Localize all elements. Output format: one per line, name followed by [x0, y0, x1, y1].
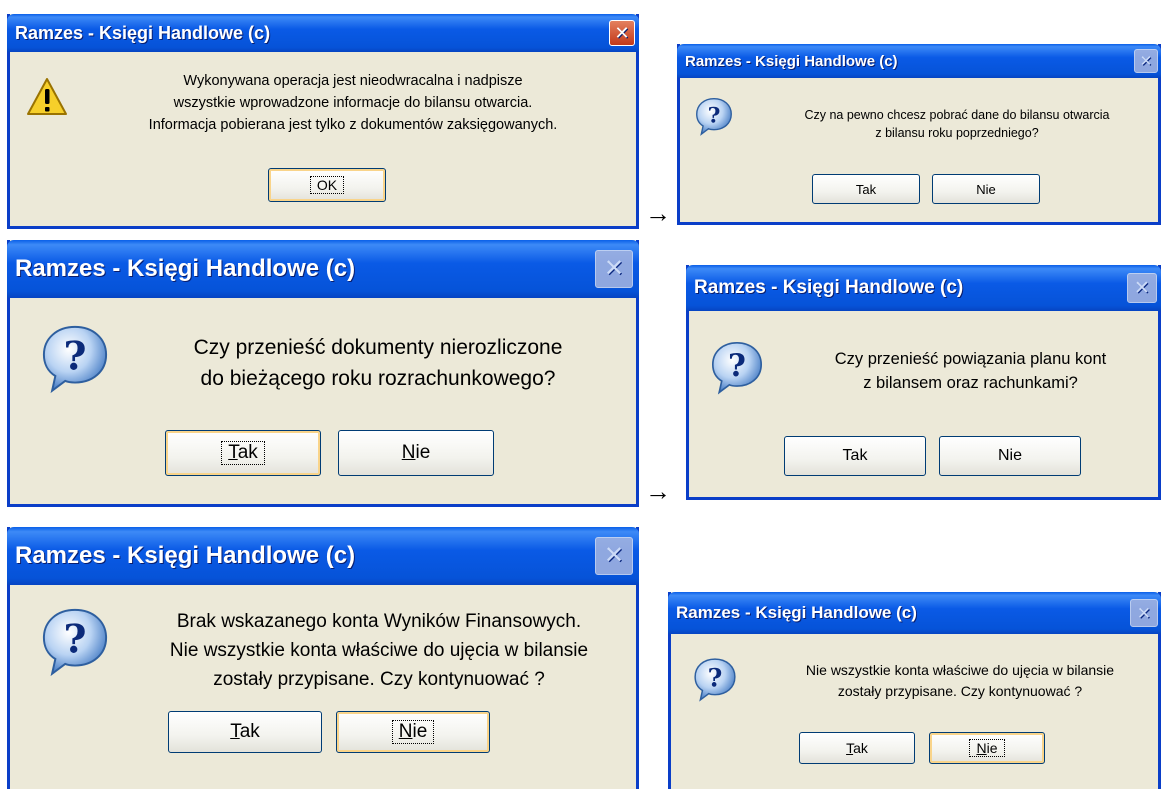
title-bar[interactable]: Ramzes - Księgi Handlowe (c) ✕	[677, 44, 1161, 78]
yes-label: Tak	[842, 447, 868, 464]
message-line: Czy przenieść powiązania planu kont	[834, 350, 1107, 368]
window-title: Ramzes - Księgi Handlowe (c)	[676, 603, 917, 622]
window-title: Ramzes - Księgi Handlowe (c)	[15, 22, 271, 43]
question-icon: ?	[694, 658, 736, 702]
arrow-right-icon: →	[645, 198, 671, 228]
close-icon: ✕	[1136, 603, 1152, 623]
message-line: z bilansu roku poprzedniego?	[875, 126, 1039, 140]
yes-button[interactable]: Tak	[799, 732, 915, 764]
message-line: zostały przypisane. Czy kontynuować ?	[837, 683, 1083, 699]
close-button[interactable]: ✕	[1134, 49, 1158, 73]
question-icon: ?	[42, 325, 108, 394]
no-accelerator: N	[401, 442, 416, 463]
yes-button[interactable]: Tak	[812, 174, 920, 204]
no-label: Nie	[976, 181, 996, 197]
title-bar[interactable]: Ramzes - Księgi Handlowe (c) ✕	[7, 14, 639, 52]
message-line: Informacja pobierana jest tylko z dokume…	[148, 117, 558, 133]
message: Wykonywana operacja jest nieodwracalna i…	[80, 70, 626, 136]
no-button[interactable]: Nie	[336, 711, 490, 753]
svg-text:?: ?	[63, 333, 86, 379]
no-button[interactable]: Nie	[939, 436, 1081, 476]
no-button[interactable]: Nie	[932, 174, 1040, 204]
no-accelerator: N	[398, 721, 413, 742]
message-line: Wykonywana operacja jest nieodwracalna i…	[183, 73, 523, 89]
dialog-question: Ramzes - Księgi Handlowe (c) ✕ ? Nie wsz…	[668, 592, 1161, 789]
message-line: Nie wszystkie konta właściwe do ujęcia w…	[805, 662, 1115, 678]
title-bar[interactable]: Ramzes - Księgi Handlowe (c) ✕	[7, 527, 639, 585]
yes-label: Tak	[855, 181, 877, 197]
message-line: Czy przenieść dokumenty nierozliczone	[193, 336, 563, 359]
no-label: Nie	[997, 447, 1022, 464]
svg-text:?: ?	[63, 616, 86, 662]
no-label: Nie	[391, 720, 435, 744]
message: Nie wszystkie konta właściwe do ujęcia w…	[766, 660, 1154, 702]
title-bar[interactable]: Ramzes - Księgi Handlowe (c) ✕	[686, 265, 1161, 311]
warning-icon	[27, 78, 67, 115]
arrow-right-icon: →	[645, 476, 671, 506]
message: Czy na pewno chcesz pobrać dane do bilan…	[760, 106, 1154, 142]
yes-accelerator: T	[846, 740, 854, 756]
yes-button[interactable]: Tak	[784, 436, 926, 476]
no-button[interactable]: Nie	[338, 430, 494, 476]
no-label: Nie	[401, 442, 431, 463]
yes-label: Tak	[230, 721, 260, 742]
message-line: z bilansem oraz rachunkami?	[863, 374, 1078, 392]
question-icon: ?	[42, 608, 108, 677]
yes-button[interactable]: Tak	[168, 711, 322, 753]
title-bar[interactable]: Ramzes - Księgi Handlowe (c) ✕	[7, 240, 639, 298]
svg-text:?: ?	[708, 103, 721, 128]
message-line: Nie wszystkie konta właściwe do ujęcia w…	[169, 640, 589, 661]
close-button[interactable]: ✕	[595, 537, 633, 575]
message-line: zostały przypisane. Czy kontynuować ?	[213, 669, 545, 690]
close-button[interactable]: ✕	[1130, 599, 1158, 627]
message-line: do bieżącego roku rozrachunkowego?	[200, 367, 556, 390]
dialog-question: Ramzes - Księgi Handlowe (c) ✕ ? Czy na …	[677, 44, 1161, 225]
ok-button[interactable]: OK	[268, 168, 386, 202]
dialog-warning: Ramzes - Księgi Handlowe (c) ✕ Wykonywan…	[7, 14, 639, 229]
message: Czy przenieść dokumenty nierozliczone do…	[130, 332, 626, 394]
no-label: Nie	[969, 739, 1005, 757]
close-button[interactable]: ✕	[1127, 273, 1157, 303]
dialog-question: Ramzes - Księgi Handlowe (c) ✕ ? Czy prz…	[686, 265, 1161, 500]
close-button[interactable]: ✕	[609, 20, 635, 46]
window-title: Ramzes - Księgi Handlowe (c)	[694, 277, 964, 298]
close-icon: ✕	[1134, 277, 1150, 299]
close-icon: ✕	[603, 255, 625, 282]
window-title: Ramzes - Księgi Handlowe (c)	[15, 255, 356, 282]
close-icon: ✕	[614, 23, 630, 43]
close-icon: ✕	[1139, 52, 1153, 70]
yes-label: Tak	[846, 740, 868, 756]
ok-label: OK	[309, 176, 345, 194]
no-button[interactable]: Nie	[929, 732, 1045, 764]
yes-accelerator: T	[230, 721, 240, 742]
yes-label: Tak	[221, 441, 265, 465]
question-icon: ?	[696, 98, 732, 136]
title-bar[interactable]: Ramzes - Księgi Handlowe (c) ✕	[668, 592, 1161, 634]
window-title: Ramzes - Księgi Handlowe (c)	[15, 542, 356, 569]
svg-text:?: ?	[728, 348, 746, 384]
dialog-question: Ramzes - Księgi Handlowe (c) ✕ ? Czy prz…	[7, 240, 639, 507]
question-icon: ?	[711, 341, 763, 395]
dialog-question: Ramzes - Księgi Handlowe (c) ✕ ? Brak ws…	[7, 527, 639, 789]
svg-text:?: ?	[708, 662, 723, 692]
message-line: wszystkie wprowadzone informacje do bila…	[173, 95, 533, 111]
message-line: Brak wskazanego konta Wyników Finansowyc…	[176, 611, 582, 632]
message: Brak wskazanego konta Wyników Finansowyc…	[128, 607, 630, 694]
yes-accelerator: T	[228, 442, 238, 463]
message: Czy przenieść powiązania planu kont z bi…	[789, 347, 1152, 395]
window-title: Ramzes - Księgi Handlowe (c)	[685, 52, 898, 70]
close-button[interactable]: ✕	[595, 250, 633, 288]
close-icon: ✕	[603, 542, 625, 569]
yes-button[interactable]: Tak	[165, 430, 321, 476]
no-accelerator: N	[976, 740, 987, 756]
message-line: Czy na pewno chcesz pobrać dane do bilan…	[804, 108, 1110, 122]
